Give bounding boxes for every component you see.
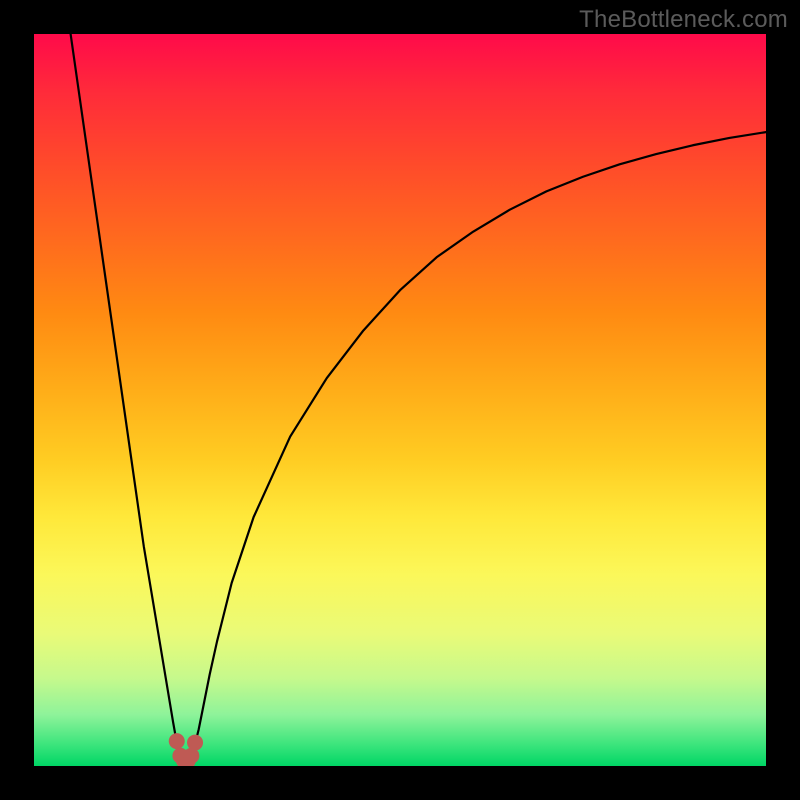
- gradient-background: [34, 34, 766, 766]
- chart-frame: TheBottleneck.com: [0, 0, 800, 800]
- watermark-text: TheBottleneck.com: [579, 6, 788, 34]
